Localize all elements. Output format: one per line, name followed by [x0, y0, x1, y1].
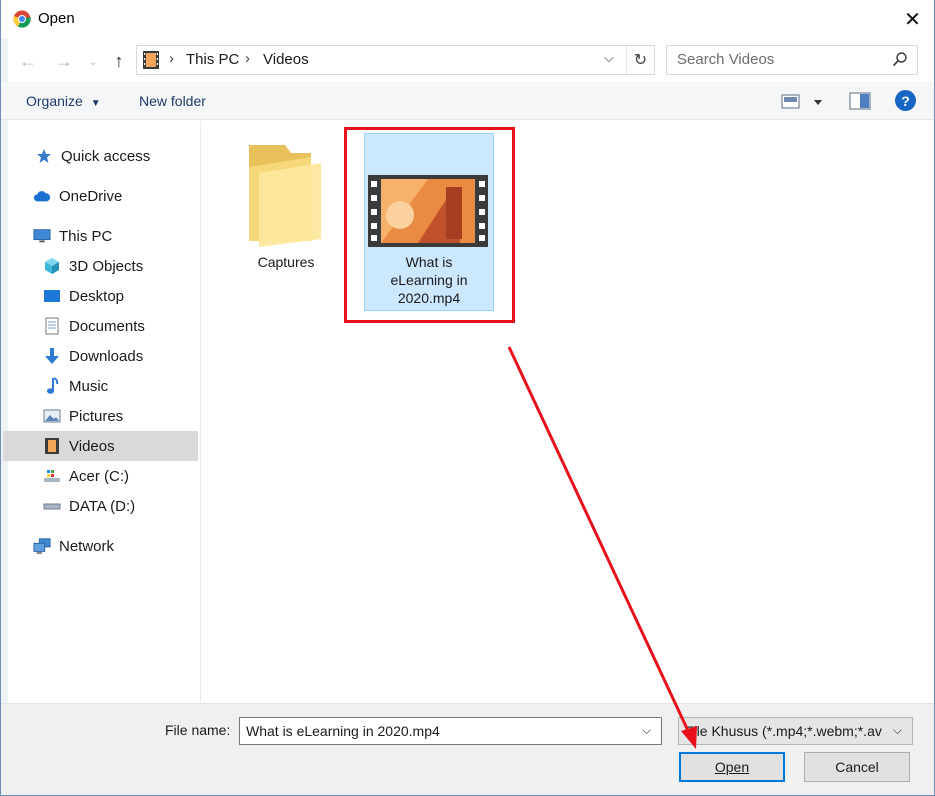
sidebar-item-label: DATA (D:): [69, 497, 136, 515]
sidebar-item-quick-access[interactable]: Quick access: [0, 141, 198, 171]
sidebar-item-label: Pictures: [69, 407, 124, 425]
chevron-down-icon: ⌵: [604, 50, 614, 65]
file-name: Captures: [257, 254, 315, 270]
help-icon: ?: [901, 92, 910, 109]
sidebar-item-label: Videos: [69, 437, 115, 455]
sidebar-item-this-pc[interactable]: This PC: [0, 221, 198, 251]
breadcrumb-separator-icon: ›: [169, 50, 174, 67]
file-name-field[interactable]: [239, 717, 662, 745]
sidebar-item-3d-objects[interactable]: 3D Objects: [0, 251, 198, 281]
download-icon: [43, 347, 61, 365]
recent-locations-button[interactable]: ⌄: [82, 50, 104, 72]
organize-button[interactable]: Organize ▼: [26, 93, 101, 109]
forward-arrow-icon: →: [55, 50, 73, 71]
drive-d-icon: [43, 497, 61, 515]
search-icon: [892, 52, 907, 67]
breadcrumb-this-pc[interactable]: This PC: [186, 51, 239, 68]
cancel-button[interactable]: Cancel: [804, 752, 910, 782]
title-bar: [0, 0, 935, 38]
sidebar-item-music[interactable]: Music: [0, 371, 198, 401]
sidebar-item-downloads[interactable]: Downloads: [0, 341, 198, 371]
sidebar-item-videos[interactable]: Videos: [3, 431, 198, 461]
file-type-dropdown-button[interactable]: ⌵: [893, 723, 902, 738]
sidebar-item-label: Acer (C:): [69, 467, 129, 485]
file-name-line: eLearning in: [390, 272, 468, 288]
sidebar-item-data-d[interactable]: DATA (D:): [0, 491, 198, 521]
video-thumbnail-icon: [368, 175, 488, 247]
breadcrumb-separator-icon: ›: [245, 50, 250, 67]
forward-button[interactable]: →: [53, 50, 75, 72]
search-placeholder: Search Videos: [677, 51, 775, 68]
window-title: Open: [38, 10, 75, 27]
back-arrow-icon: ←: [19, 50, 37, 71]
open-button[interactable]: Open: [679, 752, 785, 782]
new-folder-button[interactable]: New folder: [139, 93, 206, 109]
breadcrumb-videos[interactable]: Videos: [263, 51, 309, 68]
change-view-button[interactable]: [781, 92, 829, 112]
file-name-line: What is: [405, 254, 453, 270]
chevron-down-icon: ⌵: [893, 723, 903, 737]
file-type-select[interactable]: File Khusus (*.mp4;*.webm;*.av: [678, 717, 913, 745]
sidebar-item-pictures[interactable]: Pictures: [0, 401, 198, 431]
preview-pane-button[interactable]: [849, 92, 871, 110]
drive-c-icon: [43, 467, 61, 485]
videos-icon: [143, 51, 159, 69]
sidebar-item-desktop[interactable]: Desktop: [0, 281, 198, 311]
organize-label: Organize: [26, 93, 83, 109]
sidebar-item-label: Desktop: [69, 287, 125, 305]
document-icon: [43, 317, 61, 335]
refresh-button[interactable]: ↻: [626, 46, 654, 74]
chevron-down-icon: ⌄: [88, 55, 98, 68]
up-arrow-icon: ↑: [114, 50, 124, 71]
music-icon: [43, 377, 61, 395]
close-button[interactable]: ✕: [890, 2, 935, 36]
sidebar-item-label: Network: [59, 537, 115, 555]
network-icon: [33, 537, 51, 555]
cancel-button-label: Cancel: [835, 759, 879, 775]
star-icon: [35, 147, 53, 165]
sidebar-item-label: OneDrive: [59, 187, 123, 205]
sidebar-item-label: Music: [69, 377, 109, 395]
cloud-icon: [33, 187, 51, 205]
sidebar-item-onedrive[interactable]: OneDrive: [0, 181, 198, 211]
help-button[interactable]: ?: [895, 90, 916, 111]
sidebar-item-acer-c[interactable]: Acer (C:): [0, 461, 198, 491]
sidebar-item-label: Downloads: [69, 347, 144, 365]
sidebar-item-label: Documents: [69, 317, 145, 335]
close-icon: ✕: [904, 8, 921, 31]
videos-icon: [43, 437, 61, 455]
file-name-line: 2020.mp4: [397, 290, 461, 306]
file-name-dropdown-button[interactable]: ⌵: [642, 723, 651, 738]
chevron-down-icon: ⌵: [642, 723, 652, 737]
sidebar-item-label: This PC: [59, 227, 113, 245]
sidebar-item-documents[interactable]: Documents: [0, 311, 198, 341]
monitor-icon: [33, 227, 51, 245]
pictures-icon: [43, 407, 61, 425]
cube-icon: [43, 257, 61, 275]
file-item-captures[interactable]: Captures: [230, 133, 342, 283]
desktop-icon: [43, 287, 61, 305]
address-dropdown-button[interactable]: ⌵: [604, 50, 614, 66]
refresh-icon: ↻: [633, 52, 648, 69]
folder-icon: [249, 145, 321, 247]
sidebar-item-label: 3D Objects: [69, 257, 144, 275]
up-button[interactable]: ↑: [108, 50, 130, 72]
sidebar-item-label: Quick access: [61, 147, 151, 165]
sidebar-item-network[interactable]: Network: [0, 531, 198, 561]
file-name-label: File name:: [165, 722, 231, 738]
open-button-label: Open: [714, 759, 750, 775]
back-button[interactable]: ←: [17, 50, 39, 72]
caret-down-icon: ▼: [90, 98, 101, 109]
chrome-icon: [13, 10, 31, 28]
